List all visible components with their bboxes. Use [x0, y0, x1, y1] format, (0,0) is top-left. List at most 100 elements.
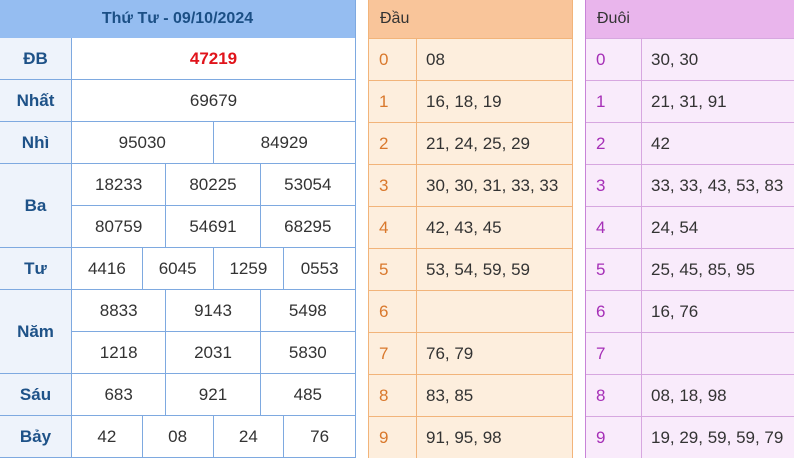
prize-number: 68295 [260, 206, 355, 248]
prize-number: 80225 [166, 164, 261, 206]
prize-label: Tư [0, 248, 72, 290]
duoi-values: 24, 54 [651, 217, 699, 237]
duoi-row: 9 19, 29, 59, 59, 79 [586, 416, 794, 458]
prize-number: 0553 [284, 248, 355, 290]
dau-values: 16, 18, 19 [426, 91, 502, 111]
dau-row: 4 42, 43, 45 [369, 206, 572, 248]
prize-number: 84929 [213, 122, 355, 164]
prize-number: 53054 [260, 164, 355, 206]
dau-digit: 3 [369, 165, 417, 206]
prize-label: ĐB [0, 38, 72, 80]
prize-number: 9143 [166, 290, 261, 332]
duoi-digit: 8 [586, 375, 642, 416]
duoi-values: 19, 29, 59, 59, 79 [651, 427, 784, 447]
dau-row: 0 08 [369, 38, 572, 80]
duoi-values: 21, 31, 91 [651, 91, 727, 111]
duoi-digit: 9 [586, 417, 642, 458]
duoi-digit: 7 [586, 333, 642, 374]
duoi-values: 42 [651, 133, 670, 153]
results-title: Thứ Tư - 09/10/2024 [0, 0, 355, 38]
dau-digit: 0 [369, 39, 417, 80]
duoi-row: 7 [586, 332, 794, 374]
dau-values: 08 [426, 49, 445, 69]
duoi-digit: 6 [586, 291, 642, 332]
dau-row: 7 76, 79 [369, 332, 572, 374]
prize-number: 2031 [166, 332, 261, 374]
dau-row: 6 [369, 290, 572, 332]
prize-number: 95030 [72, 122, 214, 164]
dau-values: 76, 79 [426, 343, 474, 363]
prize-number: 5830 [260, 332, 355, 374]
dau-values: 42, 43, 45 [426, 217, 502, 237]
duoi-digit: 1 [586, 81, 642, 122]
duoi-digit: 3 [586, 165, 642, 206]
dau-table: Đầu 0 08 1 16, 18, 19 2 21, 24, 25, 29 3 30, 30… [368, 0, 573, 458]
prize-number: 24 [213, 416, 285, 458]
prize-number: 76 [284, 416, 355, 458]
duoi-values: 16, 76 [651, 301, 699, 321]
dau-digit: 5 [369, 249, 417, 290]
dau-row: 9 91, 95, 98 [369, 416, 572, 458]
prize-number: 47219 [72, 38, 355, 80]
dau-digit: 9 [369, 417, 417, 458]
duoi-values: 30, 30 [651, 49, 699, 69]
prize-number: 1259 [213, 248, 285, 290]
dau-values: 53, 54, 59, 59 [426, 259, 530, 279]
prize-number: 683 [72, 374, 167, 416]
prize-number: 4416 [72, 248, 143, 290]
prize-label: Năm [0, 290, 72, 374]
prize-number: 485 [260, 374, 355, 416]
prize-label: Nhất [0, 80, 72, 122]
duoi-digit: 0 [586, 39, 642, 80]
duoi-table: Đuôi 0 30, 30 1 21, 31, 91 2 42 3 33, 33, 43, 5… [585, 0, 794, 458]
dau-header: Đầu [369, 0, 572, 38]
dau-values: 83, 85 [426, 385, 474, 405]
prize-label: Nhì [0, 122, 72, 164]
dau-digit: 8 [369, 375, 417, 416]
duoi-digit: 2 [586, 123, 642, 164]
duoi-row: 1 21, 31, 91 [586, 80, 794, 122]
dau-digit: 6 [369, 291, 417, 332]
prize-number: 54691 [166, 206, 261, 248]
duoi-row: 8 08, 18, 98 [586, 374, 794, 416]
prize-number: 5498 [260, 290, 355, 332]
prize-label: Bảy [0, 416, 72, 458]
dau-digit: 2 [369, 123, 417, 164]
prize-label: Ba [0, 164, 72, 248]
prize-number: 42 [72, 416, 143, 458]
results-table: Thứ Tư - 09/10/2024 ĐB 47219 Nhất 69679 Nhì 9… [0, 0, 356, 458]
dau-values: 91, 95, 98 [426, 427, 502, 447]
prize-number: 08 [142, 416, 214, 458]
dau-row: 3 30, 30, 31, 33, 33 [369, 164, 572, 206]
prize-label: Sáu [0, 374, 72, 416]
dau-row: 5 53, 54, 59, 59 [369, 248, 572, 290]
prize-number: 6045 [142, 248, 214, 290]
duoi-row: 2 42 [586, 122, 794, 164]
dau-row: 1 16, 18, 19 [369, 80, 572, 122]
prize-number: 18233 [72, 164, 167, 206]
dau-values: 30, 30, 31, 33, 33 [426, 175, 559, 195]
duoi-digit: 5 [586, 249, 642, 290]
dau-row: 8 83, 85 [369, 374, 572, 416]
dau-values: 21, 24, 25, 29 [426, 133, 530, 153]
dau-digit: 4 [369, 207, 417, 248]
prize-number: 80759 [72, 206, 167, 248]
dau-digit: 1 [369, 81, 417, 122]
duoi-digit: 4 [586, 207, 642, 248]
duoi-values: 25, 45, 85, 95 [651, 259, 755, 279]
dau-row: 2 21, 24, 25, 29 [369, 122, 572, 164]
dau-digit: 7 [369, 333, 417, 374]
prize-number: 8833 [72, 290, 167, 332]
duoi-header: Đuôi [586, 0, 794, 38]
duoi-row: 0 30, 30 [586, 38, 794, 80]
duoi-row: 6 16, 76 [586, 290, 794, 332]
duoi-values: 08, 18, 98 [651, 385, 727, 405]
duoi-values: 33, 33, 43, 53, 83 [651, 175, 784, 195]
duoi-row: 4 24, 54 [586, 206, 794, 248]
prize-number: 921 [166, 374, 261, 416]
duoi-row: 5 25, 45, 85, 95 [586, 248, 794, 290]
prize-number: 69679 [72, 80, 355, 122]
dau-values [417, 291, 572, 332]
duoi-values [642, 333, 794, 374]
prize-number: 1218 [72, 332, 167, 374]
